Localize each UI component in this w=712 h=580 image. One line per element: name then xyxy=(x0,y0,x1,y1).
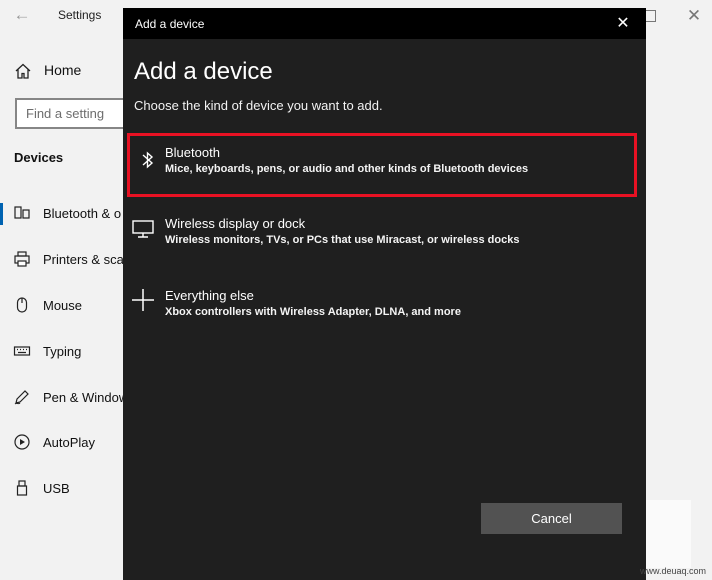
dialog-window-title: Add a device xyxy=(135,17,205,31)
plus-icon xyxy=(131,288,161,318)
sidebar-item-printers[interactable]: Printers & sca xyxy=(0,247,124,273)
bluetooth-devices-icon xyxy=(13,204,31,222)
keyboard-icon xyxy=(13,342,31,360)
option-title: Everything else xyxy=(165,288,254,303)
dialog-close-icon[interactable]: ✕ xyxy=(611,12,635,36)
mouse-icon xyxy=(13,296,31,314)
dialog-titlebar: Add a device ✕ xyxy=(123,8,646,39)
option-wireless-display[interactable]: Wireless display or dock Wireless monito… xyxy=(127,210,637,274)
settings-content-panel xyxy=(645,500,691,568)
dialog-subtitle: Choose the kind of device you want to ad… xyxy=(134,98,383,113)
option-description: Xbox controllers with Wireless Adapter, … xyxy=(165,306,461,318)
sidebar-item-usb[interactable]: USB xyxy=(0,476,123,502)
sidebar-item-label: Printers & sca xyxy=(43,252,124,267)
sidebar-item-autoplay[interactable]: AutoPlay xyxy=(0,430,123,456)
sidebar-item-label: Pen & Window xyxy=(43,390,129,405)
nav-section-heading: Devices xyxy=(14,150,64,165)
sidebar-item-bluetooth[interactable]: Bluetooth & o xyxy=(0,201,123,227)
option-title: Bluetooth xyxy=(165,145,220,160)
option-description: Mice, keyboards, pens, or audio and othe… xyxy=(165,163,529,175)
back-arrow-icon[interactable]: ← xyxy=(12,5,32,25)
sidebar-item-label: Bluetooth & o xyxy=(43,206,122,221)
settings-close-icon[interactable]: ✕ xyxy=(684,6,704,26)
watermark: www.deuaq.com xyxy=(640,566,707,576)
option-description: Wireless monitors, TVs, or PCs that use … xyxy=(165,234,520,246)
nav-home-label: Home xyxy=(44,62,82,78)
autoplay-icon xyxy=(13,433,31,451)
sidebar-item-label: AutoPlay xyxy=(43,435,96,450)
sidebar-item-label: Typing xyxy=(43,344,82,359)
sidebar-item-label: Mouse xyxy=(43,298,83,313)
option-title: Wireless display or dock xyxy=(165,216,306,231)
option-bluetooth[interactable]: Bluetooth Mice, keyboards, pens, or audi… xyxy=(127,133,637,197)
sidebar-item-typing[interactable]: Typing xyxy=(0,339,123,365)
settings-sidebar: Home Devices Bluetooth & o Printers & sc… xyxy=(0,32,155,580)
home-icon xyxy=(14,62,32,80)
printer-icon xyxy=(13,250,31,268)
monitor-icon xyxy=(131,216,161,246)
pen-icon xyxy=(13,388,31,406)
cancel-button[interactable]: Cancel xyxy=(481,503,622,534)
usb-icon xyxy=(13,479,31,497)
dialog-heading: Add a device xyxy=(134,58,273,85)
option-everything-else[interactable]: Everything else Xbox controllers with Wi… xyxy=(127,282,637,346)
settings-window-title: Settings xyxy=(58,8,102,22)
sidebar-item-mouse[interactable]: Mouse xyxy=(0,293,123,319)
sidebar-item-pen[interactable]: Pen & Window xyxy=(0,385,128,411)
sidebar-item-label: USB xyxy=(43,481,70,496)
bluetooth-icon xyxy=(136,148,166,178)
nav-home[interactable]: Home xyxy=(14,60,124,82)
add-device-dialog: Add a device ✕ Add a device Choose the k… xyxy=(123,8,646,580)
